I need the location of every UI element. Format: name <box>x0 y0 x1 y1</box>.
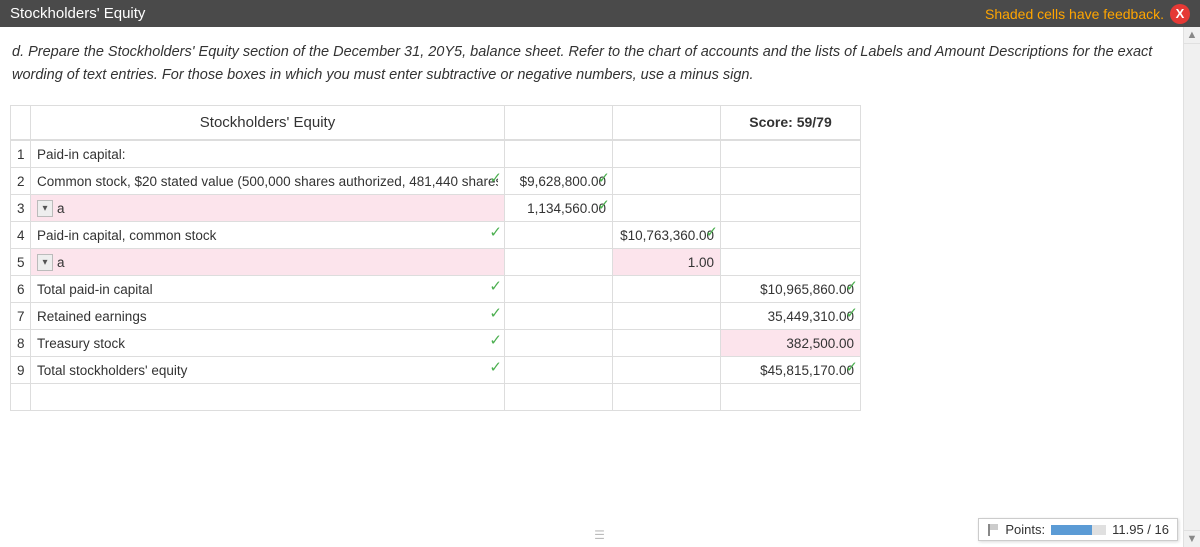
row-number: 3 <box>11 195 31 222</box>
amount-cell[interactable] <box>613 357 721 384</box>
row-number: 5 <box>11 249 31 276</box>
check-icon: ✓ <box>489 169 502 187</box>
dropdown-text: Retained earnings <box>37 309 498 324</box>
row-number: 1 <box>11 141 31 168</box>
amount-cell[interactable] <box>505 141 613 168</box>
chevron-down-icon[interactable]: ▾ <box>37 200 53 217</box>
page-title: Stockholders' Equity <box>10 5 145 22</box>
resize-grip[interactable]: ☰ <box>594 528 606 542</box>
progress-bar <box>1051 525 1106 535</box>
worksheet-header: Stockholders' Equity Score: 59/79 <box>10 105 860 140</box>
amount-cell[interactable]: 1,134,560.00✓ <box>505 195 613 222</box>
amount-cell[interactable]: $10,763,360.00✓ <box>613 222 721 249</box>
table-row-blank <box>11 384 861 411</box>
amount-cell[interactable] <box>505 276 613 303</box>
dropdown-text: Common stock, $20 stated value (500,000 … <box>37 174 498 189</box>
check-icon: ✓ <box>845 358 858 376</box>
points-value: 11.95 / 16 <box>1112 522 1169 537</box>
amount-cell[interactable] <box>613 141 721 168</box>
score-label: Score: 59/79 <box>721 105 861 140</box>
chevron-down-icon[interactable]: ▾ <box>37 254 53 271</box>
sheet-title: Stockholders' Equity <box>31 105 505 140</box>
scroll-up-icon[interactable]: ▲ <box>1184 27 1200 44</box>
amount-cell[interactable] <box>505 357 613 384</box>
table-row: 6 Total paid-in capital ✓ $10,965,860.00… <box>11 276 861 303</box>
worksheet: Stockholders' Equity Score: 59/79 1 Paid… <box>10 105 860 411</box>
feedback-note: Shaded cells have feedback. <box>985 6 1164 22</box>
dropdown-text: a <box>57 255 498 270</box>
scrollbar[interactable]: ▲ ▼ <box>1183 27 1200 547</box>
amount-cell[interactable] <box>613 276 721 303</box>
dropdown-text: Paid-in capital, common stock <box>37 228 498 243</box>
dropdown-text: a <box>57 201 498 216</box>
check-icon: ✓ <box>489 331 502 349</box>
title-bar: Stockholders' Equity Shaded cells have f… <box>0 0 1200 27</box>
row-desc-dropdown[interactable]: Treasury stock ✓ <box>31 330 505 357</box>
row-desc-dropdown-feedback[interactable]: ▾ a <box>31 249 505 276</box>
amount-cell[interactable] <box>721 222 861 249</box>
instructions-text: d. Prepare the Stockholders' Equity sect… <box>0 27 1200 105</box>
check-icon: ✓ <box>845 277 858 295</box>
table-row: 7 Retained earnings ✓ 35,449,310.00✓ <box>11 303 861 330</box>
row-number: 9 <box>11 357 31 384</box>
dropdown-text: Treasury stock <box>37 336 498 351</box>
amount-cell[interactable] <box>721 168 861 195</box>
table-row: 3 ▾ a 1,134,560.00✓ <box>11 195 861 222</box>
amount-cell[interactable] <box>613 195 721 222</box>
table-row: 2 Common stock, $20 stated value (500,00… <box>11 168 861 195</box>
check-icon: ✓ <box>705 223 718 241</box>
amount-cell[interactable] <box>505 222 613 249</box>
amount-cell-feedback[interactable]: 382,500.00 <box>721 330 861 357</box>
check-icon: ✓ <box>489 223 502 241</box>
amount-cell[interactable] <box>613 330 721 357</box>
row-desc-dropdown[interactable]: Total stockholders' equity ✓ <box>31 357 505 384</box>
check-icon: ✓ <box>489 358 502 376</box>
amount-cell[interactable] <box>721 141 861 168</box>
table-row: 5 ▾ a 1.00 <box>11 249 861 276</box>
flag-icon <box>985 523 999 537</box>
points-box: Points: 11.95 / 16 <box>978 518 1178 541</box>
dropdown-text: Total stockholders' equity <box>37 363 498 378</box>
amount-cell[interactable]: $45,815,170.00✓ <box>721 357 861 384</box>
row-desc-dropdown[interactable]: Common stock, $20 stated value (500,000 … <box>31 168 505 195</box>
amount-cell[interactable] <box>613 168 721 195</box>
table-row: 4 Paid-in capital, common stock ✓ $10,76… <box>11 222 861 249</box>
dropdown-text: Total paid-in capital <box>37 282 498 297</box>
amount-cell[interactable] <box>721 249 861 276</box>
col-header-amount1 <box>505 105 613 140</box>
check-icon: ✓ <box>845 304 858 322</box>
check-icon: ✓ <box>597 169 610 187</box>
row-number: 8 <box>11 330 31 357</box>
amount-cell[interactable]: $9,628,800.00✓ <box>505 168 613 195</box>
row-number: 4 <box>11 222 31 249</box>
amount-cell[interactable] <box>721 195 861 222</box>
check-icon: ✓ <box>489 277 502 295</box>
close-icon[interactable]: X <box>1170 4 1190 24</box>
check-icon: ✓ <box>597 196 610 214</box>
amount-cell[interactable]: $10,965,860.00✓ <box>721 276 861 303</box>
row-number: 2 <box>11 168 31 195</box>
table-row: 9 Total stockholders' equity ✓ $45,815,1… <box>11 357 861 384</box>
row-number: 7 <box>11 303 31 330</box>
points-label: Points: <box>1005 522 1045 537</box>
check-icon: ✓ <box>489 304 502 322</box>
amount-cell[interactable] <box>613 303 721 330</box>
row-desc-dropdown[interactable]: Paid-in capital, common stock ✓ <box>31 222 505 249</box>
amount-cell[interactable] <box>505 303 613 330</box>
row-desc[interactable]: Paid-in capital: <box>31 141 505 168</box>
amount-cell-feedback[interactable]: 1.00 <box>613 249 721 276</box>
amount-cell[interactable] <box>505 330 613 357</box>
scroll-down-icon[interactable]: ▼ <box>1184 530 1200 547</box>
row-desc-dropdown[interactable]: Retained earnings ✓ <box>31 303 505 330</box>
table-row: 8 Treasury stock ✓ 382,500.00 <box>11 330 861 357</box>
progress-fill <box>1051 525 1092 535</box>
equity-table: 1 Paid-in capital: 2 Common stock, $20 s… <box>10 140 861 411</box>
table-row: 1 Paid-in capital: <box>11 141 861 168</box>
row-desc-dropdown[interactable]: Total paid-in capital ✓ <box>31 276 505 303</box>
row-desc-dropdown-feedback[interactable]: ▾ a <box>31 195 505 222</box>
row-number: 6 <box>11 276 31 303</box>
amount-cell[interactable]: 35,449,310.00✓ <box>721 303 861 330</box>
col-header-amount2 <box>613 105 721 140</box>
amount-cell[interactable] <box>505 249 613 276</box>
